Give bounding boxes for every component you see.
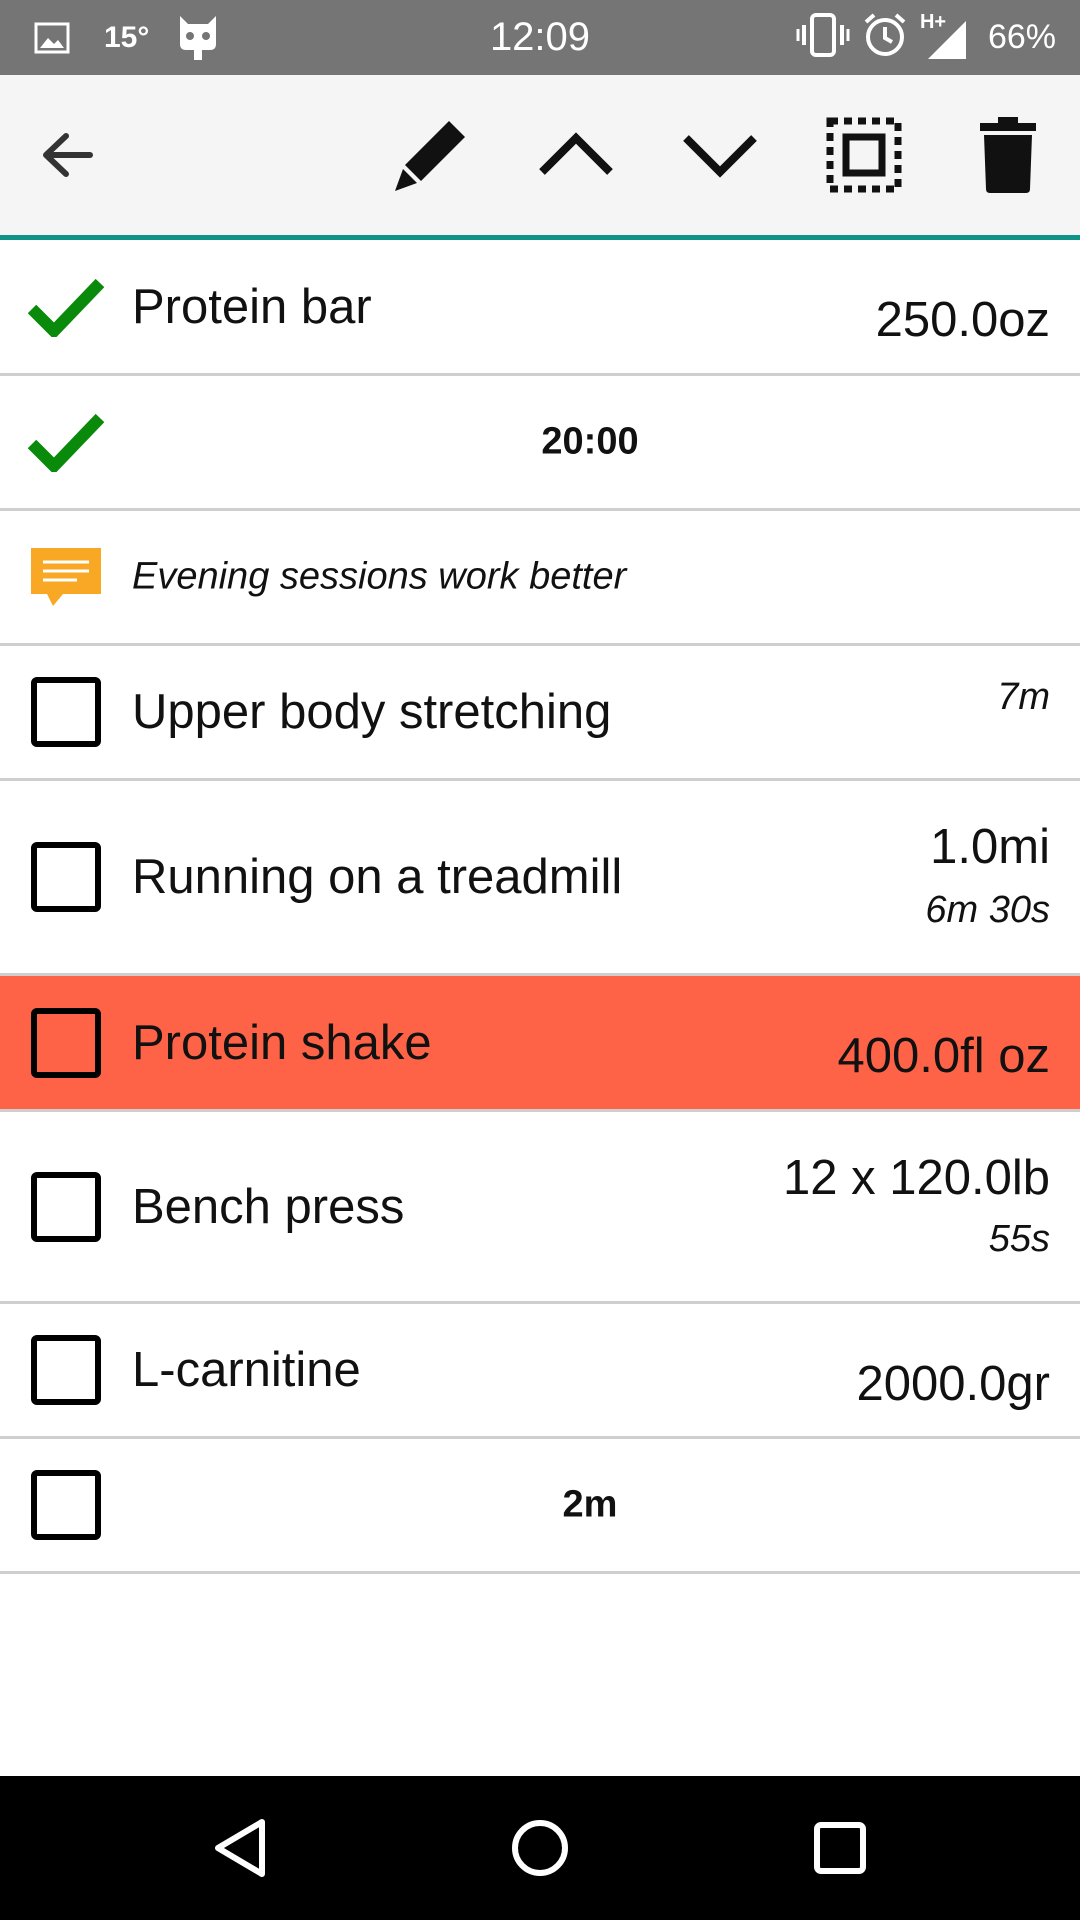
action-toolbar bbox=[0, 75, 1080, 240]
nav-recents-button[interactable] bbox=[760, 1776, 920, 1920]
nav-recents-icon bbox=[814, 1822, 866, 1874]
back-arrow-icon bbox=[43, 133, 93, 177]
checkmark-icon[interactable] bbox=[28, 269, 104, 345]
nav-back-button[interactable] bbox=[160, 1776, 320, 1920]
delete-button[interactable] bbox=[948, 75, 1068, 235]
item-value: 2000.0gr bbox=[856, 1357, 1050, 1411]
workout-item-list: Protein bar 250.0oz 20:00 Evening sessio… bbox=[0, 240, 1080, 1574]
comment-icon bbox=[28, 539, 104, 615]
item-name: Protein shake bbox=[132, 1015, 432, 1070]
list-item[interactable]: Upper body stretching 7m bbox=[0, 646, 1080, 781]
move-down-icon bbox=[683, 135, 757, 178]
move-up-button[interactable] bbox=[516, 75, 636, 235]
nav-home-button[interactable] bbox=[460, 1776, 620, 1920]
move-down-button[interactable] bbox=[660, 75, 780, 235]
checkbox[interactable] bbox=[28, 1005, 104, 1081]
signal-icon: H+ bbox=[920, 11, 970, 61]
list-item-highlighted[interactable]: Protein shake 400.0fl oz bbox=[0, 976, 1080, 1112]
item-value: 250.0oz bbox=[875, 293, 1050, 347]
checkbox[interactable] bbox=[28, 674, 104, 750]
edit-button[interactable] bbox=[371, 75, 491, 235]
item-value: 12 x 120.0lb bbox=[783, 1151, 1050, 1205]
item-name: L-carnitine bbox=[132, 1343, 361, 1397]
item-duration: 7m bbox=[997, 676, 1050, 718]
list-item[interactable]: Running on a treadmill 1.0mi 6m 30s bbox=[0, 781, 1080, 976]
delete-icon bbox=[980, 117, 1036, 193]
nav-back-icon bbox=[215, 1819, 265, 1877]
alarm-icon bbox=[862, 12, 908, 63]
list-item[interactable]: 2m bbox=[0, 1439, 1080, 1574]
battery-text: 66% bbox=[987, 18, 1056, 56]
note-text: Evening sessions work better bbox=[132, 555, 627, 598]
item-value: 400.0fl oz bbox=[837, 1029, 1051, 1083]
move-up-icon bbox=[539, 132, 613, 175]
status-bar: 15° 12:09 H+ 66% bbox=[0, 0, 1080, 75]
item-name: Protein bar bbox=[132, 279, 372, 334]
back-button[interactable] bbox=[6, 75, 126, 235]
select-all-icon bbox=[826, 117, 902, 193]
list-item[interactable]: Protein bar 250.0oz bbox=[0, 240, 1080, 376]
select-all-button[interactable] bbox=[804, 75, 924, 235]
list-item[interactable]: 20:00 bbox=[0, 376, 1080, 511]
item-duration: 6m 30s bbox=[925, 889, 1050, 931]
checkbox[interactable] bbox=[28, 1169, 104, 1245]
item-name: Upper body stretching bbox=[132, 685, 612, 739]
item-name: Bench press bbox=[132, 1179, 405, 1234]
nav-home-icon bbox=[512, 1820, 568, 1876]
checkbox[interactable] bbox=[28, 1332, 104, 1408]
rest-timer-text: 20:00 bbox=[541, 420, 639, 463]
rest-timer-text: 2m bbox=[562, 1483, 618, 1526]
vibrate-icon bbox=[796, 13, 850, 62]
edit-icon bbox=[395, 116, 470, 191]
checkbox[interactable] bbox=[28, 839, 104, 915]
navigation-bar bbox=[0, 1776, 1080, 1920]
item-value: 1.0mi bbox=[930, 820, 1050, 874]
item-name: Running on a treadmill bbox=[132, 850, 623, 904]
note-item[interactable]: Evening sessions work better bbox=[0, 511, 1080, 646]
item-duration: 55s bbox=[988, 1218, 1050, 1260]
list-item[interactable]: Bench press 12 x 120.0lb 55s bbox=[0, 1112, 1080, 1304]
list-item[interactable]: L-carnitine 2000.0gr bbox=[0, 1304, 1080, 1439]
status-icons: H+ 66% bbox=[796, 0, 1056, 75]
